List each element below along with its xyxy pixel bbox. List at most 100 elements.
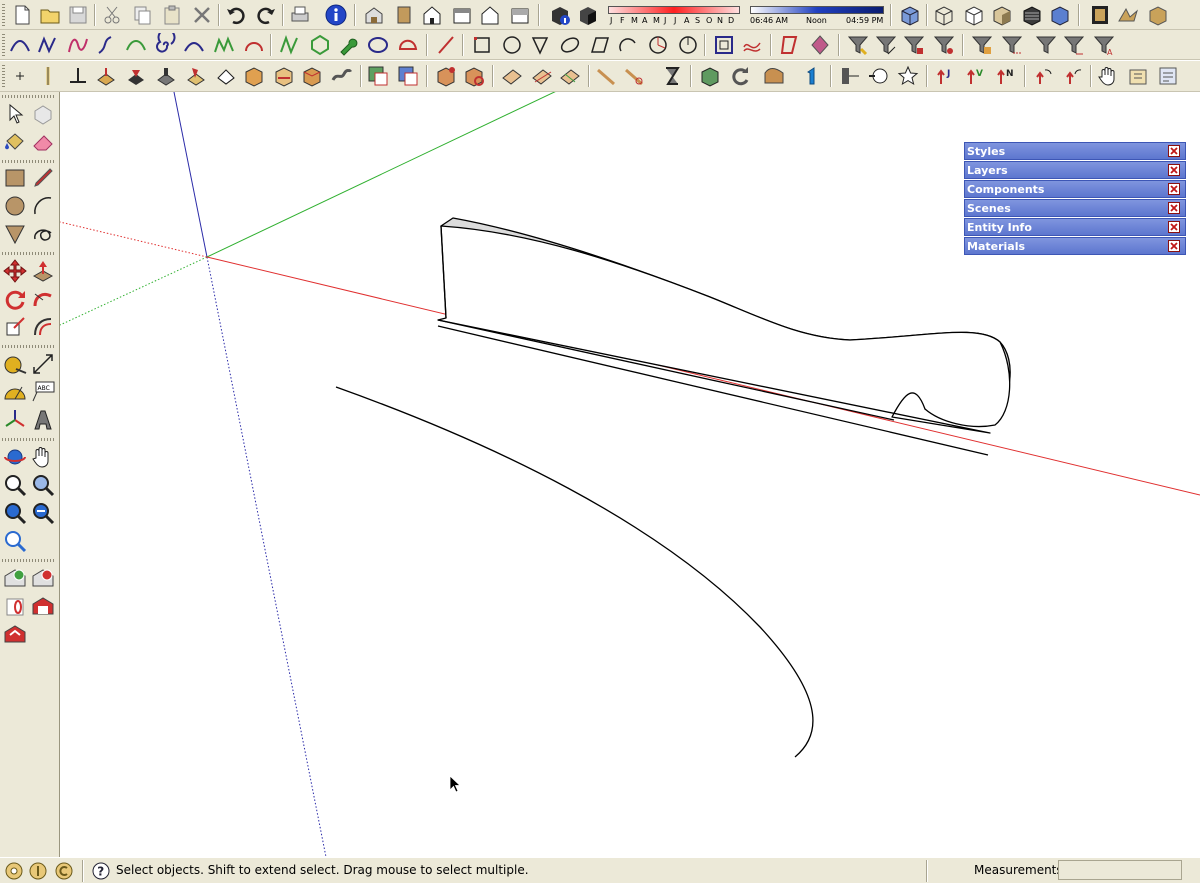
filter-dimensions-icon[interactable]: A [1092, 33, 1116, 57]
arc-2d-icon[interactable] [616, 33, 640, 57]
pan-hand-icon[interactable] [30, 444, 56, 470]
paste-icon[interactable] [160, 3, 184, 27]
shadow-info-icon[interactable] [548, 3, 572, 27]
top-view-icon[interactable] [392, 3, 416, 27]
close-icon[interactable] [1168, 240, 1180, 252]
molding-solid[interactable] [437, 217, 1011, 456]
geo-location-icon[interactable] [4, 861, 24, 881]
report-icon[interactable] [1156, 64, 1180, 88]
save-icon[interactable] [66, 3, 90, 27]
tray-panel-materials[interactable]: Materials [964, 237, 1186, 255]
rotate-axis-icon[interactable] [1032, 64, 1056, 88]
extrude-along-icon[interactable] [272, 64, 296, 88]
hand-pan-icon[interactable] [1096, 64, 1120, 88]
get-models-3dw-icon[interactable] [30, 594, 56, 620]
close-icon[interactable] [1168, 164, 1180, 176]
refresh-icon[interactable] [728, 64, 752, 88]
twist-icon[interactable] [660, 64, 684, 88]
undo-icon[interactable] [224, 3, 248, 27]
protractor-icon[interactable] [2, 379, 28, 405]
arc-tool-icon[interactable] [30, 193, 56, 219]
section-display-icon[interactable] [866, 64, 890, 88]
toolbar-grip[interactable] [2, 160, 56, 163]
erase-selection-icon[interactable] [190, 3, 214, 27]
tray-panel-layers[interactable]: Layers [964, 161, 1186, 179]
move-tool-icon[interactable] [2, 258, 28, 284]
extrude-loft-icon[interactable] [242, 64, 266, 88]
photo-texture-icon[interactable] [2, 594, 28, 620]
extrude-up-icon[interactable] [154, 64, 178, 88]
close-icon[interactable] [1168, 202, 1180, 214]
folder-shape-icon[interactable] [762, 64, 786, 88]
redo-icon[interactable] [254, 3, 278, 27]
follow-me-icon[interactable] [30, 286, 56, 312]
credits-icon[interactable] [28, 861, 48, 881]
text-label-icon[interactable]: ABC [30, 379, 56, 405]
display-shadows-icon[interactable] [576, 3, 600, 27]
roundcorner-icon[interactable] [366, 64, 390, 88]
date-slider[interactable] [608, 6, 740, 14]
face-push-icon[interactable] [124, 64, 148, 88]
filter-text-icon[interactable] [1034, 33, 1058, 57]
freehand-2d-icon[interactable] [740, 33, 764, 57]
catmull-curve-icon[interactable] [94, 33, 118, 57]
rotate-tool-icon[interactable] [2, 286, 28, 312]
sector-2d-icon[interactable] [646, 33, 670, 57]
measurements-input[interactable] [1058, 860, 1182, 880]
profile-curve[interactable] [335, 386, 814, 758]
filter-images-icon[interactable] [1062, 33, 1086, 57]
previous-view-icon[interactable] [30, 500, 56, 526]
spiral-curve-icon[interactable] [152, 33, 176, 57]
filter-groups-icon[interactable] [932, 33, 956, 57]
left-view-icon[interactable] [508, 3, 532, 27]
eraser-icon[interactable] [30, 129, 56, 155]
slice-intersect-icon[interactable] [558, 64, 582, 88]
ellipse-curve-icon[interactable] [366, 33, 390, 57]
tray-panel-entity-info[interactable]: Entity Info [964, 218, 1186, 236]
circle-2d-icon[interactable] [500, 33, 524, 57]
time-slider[interactable] [750, 6, 884, 14]
toolbar-grip[interactable] [2, 345, 56, 348]
open-file-icon[interactable] [38, 3, 62, 27]
toolbar-grip[interactable] [2, 34, 5, 56]
offset-2d-icon[interactable] [712, 33, 736, 57]
zoom-window-icon[interactable] [30, 472, 56, 498]
toolbar-grip[interactable] [2, 438, 56, 441]
slice-icon[interactable] [500, 64, 524, 88]
ellipse-2d-icon[interactable] [558, 33, 582, 57]
component-rotate-icon[interactable] [462, 64, 486, 88]
select-tool-icon[interactable] [2, 101, 28, 127]
zoom-tool-icon[interactable] [2, 472, 28, 498]
copy-icon[interactable] [130, 3, 154, 27]
hidden-line-icon[interactable] [962, 3, 986, 27]
rectangle-2d-icon[interactable] [470, 33, 494, 57]
number-one-icon[interactable] [800, 64, 824, 88]
xray-icon[interactable] [898, 3, 922, 27]
toggle-terrain-icon[interactable] [30, 566, 56, 592]
uniform-bspline-icon[interactable] [182, 33, 206, 57]
tape-measure-icon[interactable] [2, 351, 28, 377]
extrude-skin-icon[interactable] [330, 64, 354, 88]
close-icon[interactable] [1168, 145, 1180, 157]
front-view-icon[interactable] [420, 3, 444, 27]
axis-j-icon[interactable]: J [934, 64, 958, 88]
axis-n-icon[interactable]: N [994, 64, 1018, 88]
drop-to-ground-icon[interactable] [94, 64, 118, 88]
share-model-3dw-icon[interactable] [2, 622, 28, 648]
tray-panel-scenes[interactable]: Scenes [964, 199, 1186, 217]
polygon-tool-icon[interactable] [2, 221, 28, 247]
share-component-icon[interactable] [1146, 3, 1170, 27]
extrude-tilt-icon[interactable] [184, 64, 208, 88]
3d-text-icon[interactable] [30, 407, 56, 433]
join-2d-icon[interactable] [808, 33, 832, 57]
freehand-tool-icon[interactable] [30, 221, 56, 247]
fspline-icon[interactable] [212, 33, 236, 57]
wireframe-icon[interactable] [932, 3, 956, 27]
sharp-corner-icon[interactable] [396, 64, 420, 88]
rotate-axis-2-icon[interactable] [1062, 64, 1086, 88]
shaded-icon[interactable] [990, 3, 1014, 27]
fill-2d-icon[interactable] [778, 33, 802, 57]
polygon-curve-icon[interactable] [308, 33, 332, 57]
toolbar-grip[interactable] [2, 95, 56, 98]
close-icon[interactable] [1168, 183, 1180, 195]
